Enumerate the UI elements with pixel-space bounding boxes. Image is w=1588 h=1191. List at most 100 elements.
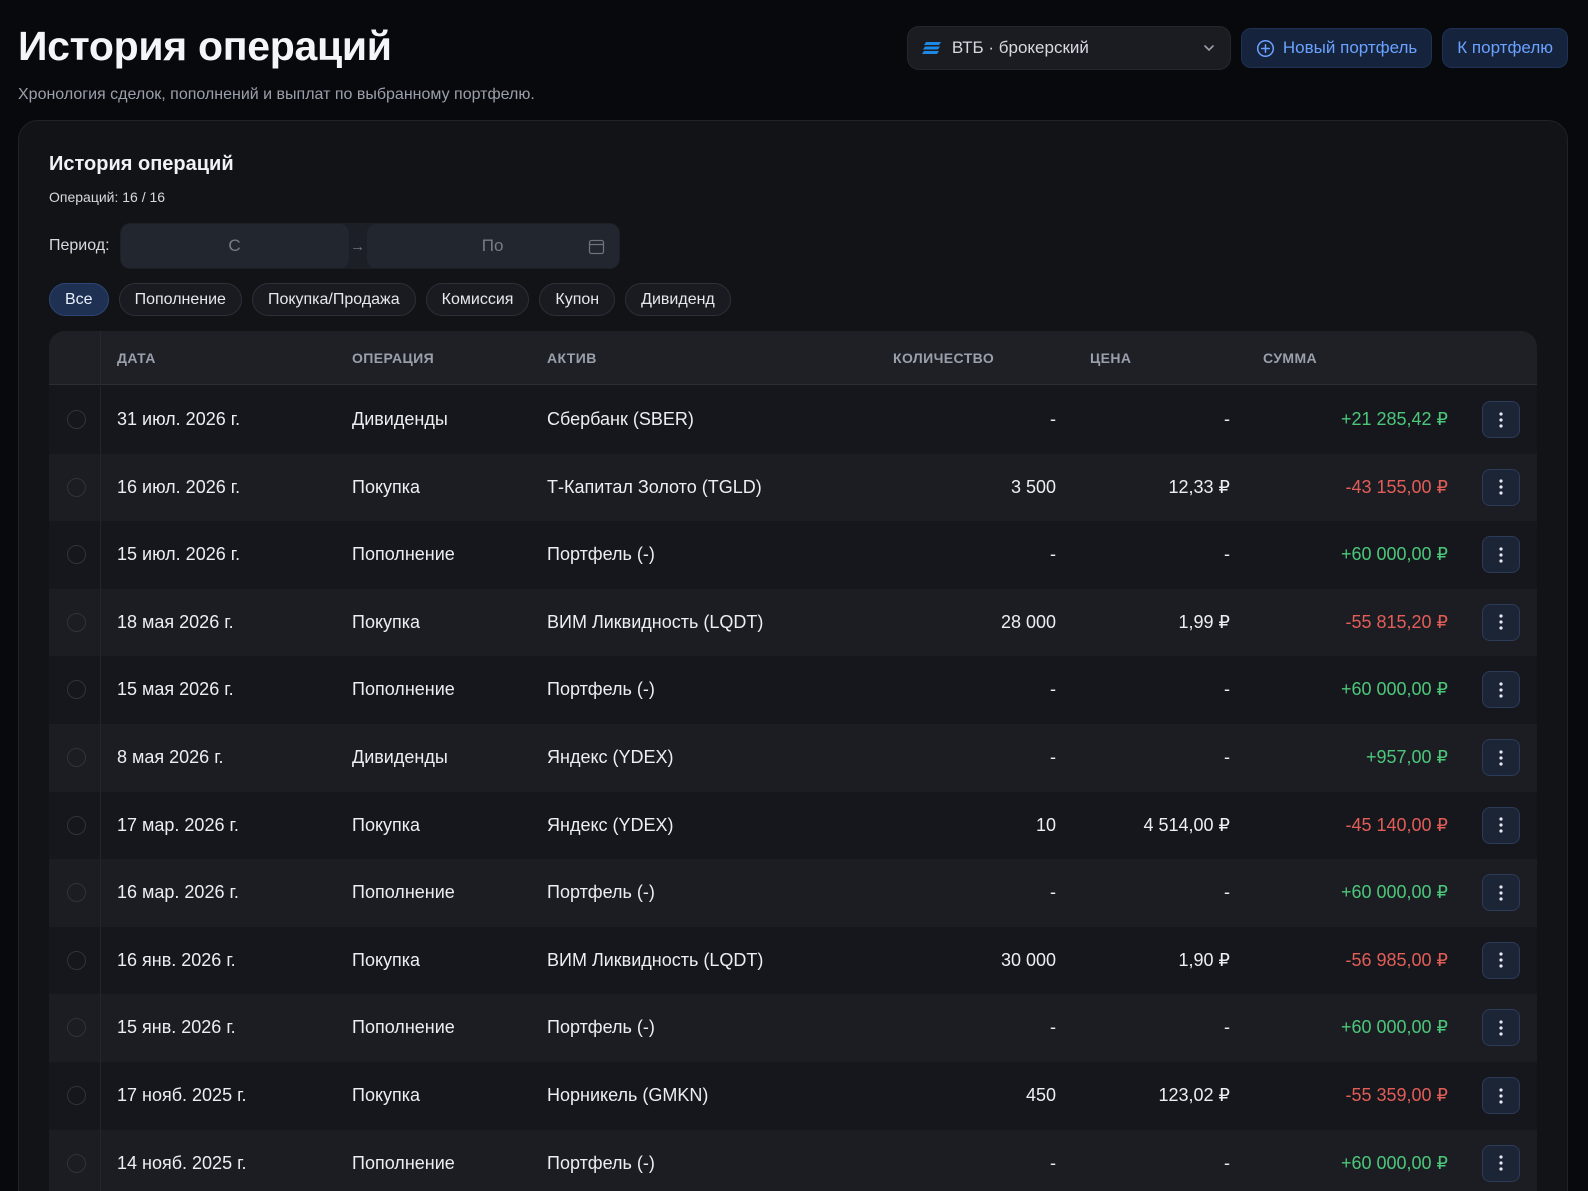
row-select-radio[interactable]	[67, 410, 86, 429]
cell-quantity: 3 500	[1010, 476, 1056, 497]
row-actions-button[interactable]	[1482, 671, 1520, 709]
row-select-radio[interactable]	[67, 1153, 86, 1173]
table-row[interactable]: 31 июл. 2026 г. Дивиденды Сбербанк (SBER…	[49, 386, 1537, 454]
column-divider	[100, 859, 101, 928]
row-select-radio[interactable]	[67, 477, 86, 497]
filter-chip-coupon[interactable]: Купон	[539, 283, 616, 316]
cell-quantity: -	[1050, 409, 1056, 429]
page: История операций Хронология сделок, попо…	[0, 0, 1588, 1191]
filter-chip-commission[interactable]: Комиссия	[425, 283, 530, 316]
row-actions-button[interactable]	[1482, 603, 1520, 641]
more-vertical-icon	[1499, 1155, 1503, 1171]
filter-chip-dividend[interactable]: Дивиденд	[625, 283, 731, 316]
row-actions-button[interactable]	[1482, 874, 1520, 912]
row-select-radio[interactable]	[67, 612, 86, 632]
filter-chip-deposit[interactable]: Пополнение	[118, 283, 242, 316]
cell-date: 8 мая 2026 г.	[117, 747, 224, 767]
column-header-sum[interactable]: СУММА	[1263, 350, 1317, 366]
cell-sum: -55 815,20 ₽	[1345, 611, 1448, 632]
table-row[interactable]: 15 июл. 2026 г. Пополнение Портфель (-) …	[49, 521, 1537, 590]
row-actions-button[interactable]	[1482, 806, 1520, 844]
to-portfolio-button[interactable]: К портфелю	[1442, 28, 1568, 68]
filter-chip-buy-sell[interactable]: Покупка/Продажа	[251, 283, 416, 316]
cell-asset: Портфель (-)	[547, 679, 655, 700]
cell-date: 15 янв. 2026 г.	[117, 1017, 236, 1038]
column-divider	[100, 331, 101, 384]
cell-price: -	[1224, 409, 1230, 429]
operations-card: История операций Операций: 16 / 16 Перио…	[18, 120, 1568, 1191]
table-row[interactable]: 18 мая 2026 г. Покупка ВИМ Ликвидность (…	[49, 588, 1537, 657]
more-vertical-icon	[1499, 614, 1503, 630]
cell-operation: Дивиденды	[352, 409, 448, 429]
column-header-price[interactable]: ЦЕНА	[1090, 350, 1131, 366]
operation-type-filters: Все Пополнение Покупка/Продажа Комиссия …	[49, 283, 731, 316]
cell-quantity: 450	[1025, 1085, 1056, 1105]
row-actions-button[interactable]	[1482, 1077, 1520, 1114]
period-from-input[interactable]: С	[120, 224, 349, 268]
column-header-date[interactable]: ДАТА	[117, 350, 156, 366]
cell-asset: ВИМ Ликвидность (LQDT)	[547, 949, 764, 970]
cell-asset: Портфель (-)	[547, 1152, 655, 1173]
page-header: История операций Хронология сделок, попо…	[18, 22, 1568, 103]
cell-sum: +60 000,00 ₽	[1340, 679, 1448, 700]
row-select-radio[interactable]	[67, 545, 86, 565]
row-select-radio[interactable]	[67, 815, 86, 835]
period-to-placeholder: По	[481, 236, 504, 255]
row-actions-button[interactable]	[1482, 468, 1520, 506]
column-header-quantity[interactable]: КОЛИЧЕСТВО	[893, 350, 994, 366]
cell-sum: -43 155,00 ₽	[1345, 476, 1448, 497]
cell-price: 123,02 ₽	[1158, 1085, 1230, 1105]
arrow-right-icon: →	[350, 237, 366, 255]
cell-quantity: 28 000	[1000, 611, 1056, 632]
table-row[interactable]: 16 мар. 2026 г. Пополнение Портфель (-) …	[49, 859, 1537, 928]
period-filter: Период: С → По	[49, 223, 620, 269]
row-actions-button[interactable]	[1482, 401, 1520, 438]
period-to-input[interactable]: По	[366, 224, 619, 268]
column-header-asset[interactable]: АКТИВ	[547, 350, 597, 366]
cell-sum: +957,00 ₽	[1365, 747, 1448, 767]
table-row[interactable]: 17 нояб. 2025 г. Покупка Норникель (GMKN…	[49, 1062, 1537, 1130]
row-select-radio[interactable]	[67, 748, 86, 767]
row-select-radio[interactable]	[67, 680, 86, 700]
table-row[interactable]: 15 янв. 2026 г. Пополнение Портфель (-) …	[49, 994, 1537, 1063]
cell-date: 17 мар. 2026 г.	[117, 814, 239, 835]
table-row[interactable]: 17 мар. 2026 г. Покупка Яндекс (YDEX) 10…	[49, 791, 1537, 860]
row-actions-button[interactable]	[1482, 739, 1520, 776]
table-row[interactable]: 15 мая 2026 г. Пополнение Портфель (-) -…	[49, 656, 1537, 725]
table-row[interactable]: 14 нояб. 2025 г. Пополнение Портфель (-)…	[49, 1129, 1537, 1191]
more-vertical-icon	[1499, 411, 1503, 428]
operations-count: Операций: 16 / 16	[49, 189, 166, 205]
row-select-radio[interactable]	[67, 1018, 86, 1038]
filter-chip-all[interactable]: Все	[49, 283, 109, 316]
cell-date: 15 мая 2026 г.	[117, 679, 234, 700]
cell-quantity: 10	[1035, 814, 1056, 835]
portfolio-select[interactable]: ВТБ · брокерский	[906, 26, 1231, 70]
row-select-radio[interactable]	[67, 1086, 86, 1105]
cell-operation: Покупка	[352, 611, 421, 632]
chevron-down-icon	[1204, 45, 1214, 52]
cell-asset: Портфель (-)	[547, 544, 655, 565]
period-from-placeholder: С	[228, 236, 241, 255]
row-actions-button[interactable]	[1482, 1009, 1520, 1047]
table-row[interactable]: 16 янв. 2026 г. Покупка ВИМ Ликвидность …	[49, 926, 1537, 995]
row-actions-button[interactable]	[1482, 1144, 1520, 1182]
row-actions-button[interactable]	[1482, 536, 1520, 574]
cell-asset: Яндекс (YDEX)	[547, 814, 674, 835]
cell-quantity: -	[1050, 1017, 1056, 1038]
row-select-radio[interactable]	[67, 950, 86, 970]
table-row[interactable]: 16 июл. 2026 г. Покупка Т-Капитал Золото…	[49, 453, 1537, 522]
new-portfolio-button[interactable]: Новый портфель	[1240, 28, 1433, 68]
column-divider	[100, 453, 101, 522]
column-divider	[100, 386, 101, 454]
column-header-operation[interactable]: ОПЕРАЦИЯ	[352, 350, 434, 366]
row-select-radio[interactable]	[67, 883, 86, 903]
more-vertical-icon	[1499, 682, 1503, 698]
cell-operation: Дивиденды	[352, 747, 448, 767]
table-row[interactable]: 8 мая 2026 г. Дивиденды Яндекс (YDEX) - …	[49, 724, 1537, 792]
row-actions-button[interactable]	[1482, 941, 1520, 979]
cell-quantity: -	[1050, 544, 1056, 565]
cell-operation: Покупка	[352, 476, 421, 497]
calendar-icon[interactable]	[588, 238, 605, 255]
cell-date: 31 июл. 2026 г.	[117, 409, 241, 429]
cell-asset: Портфель (-)	[547, 1017, 655, 1038]
